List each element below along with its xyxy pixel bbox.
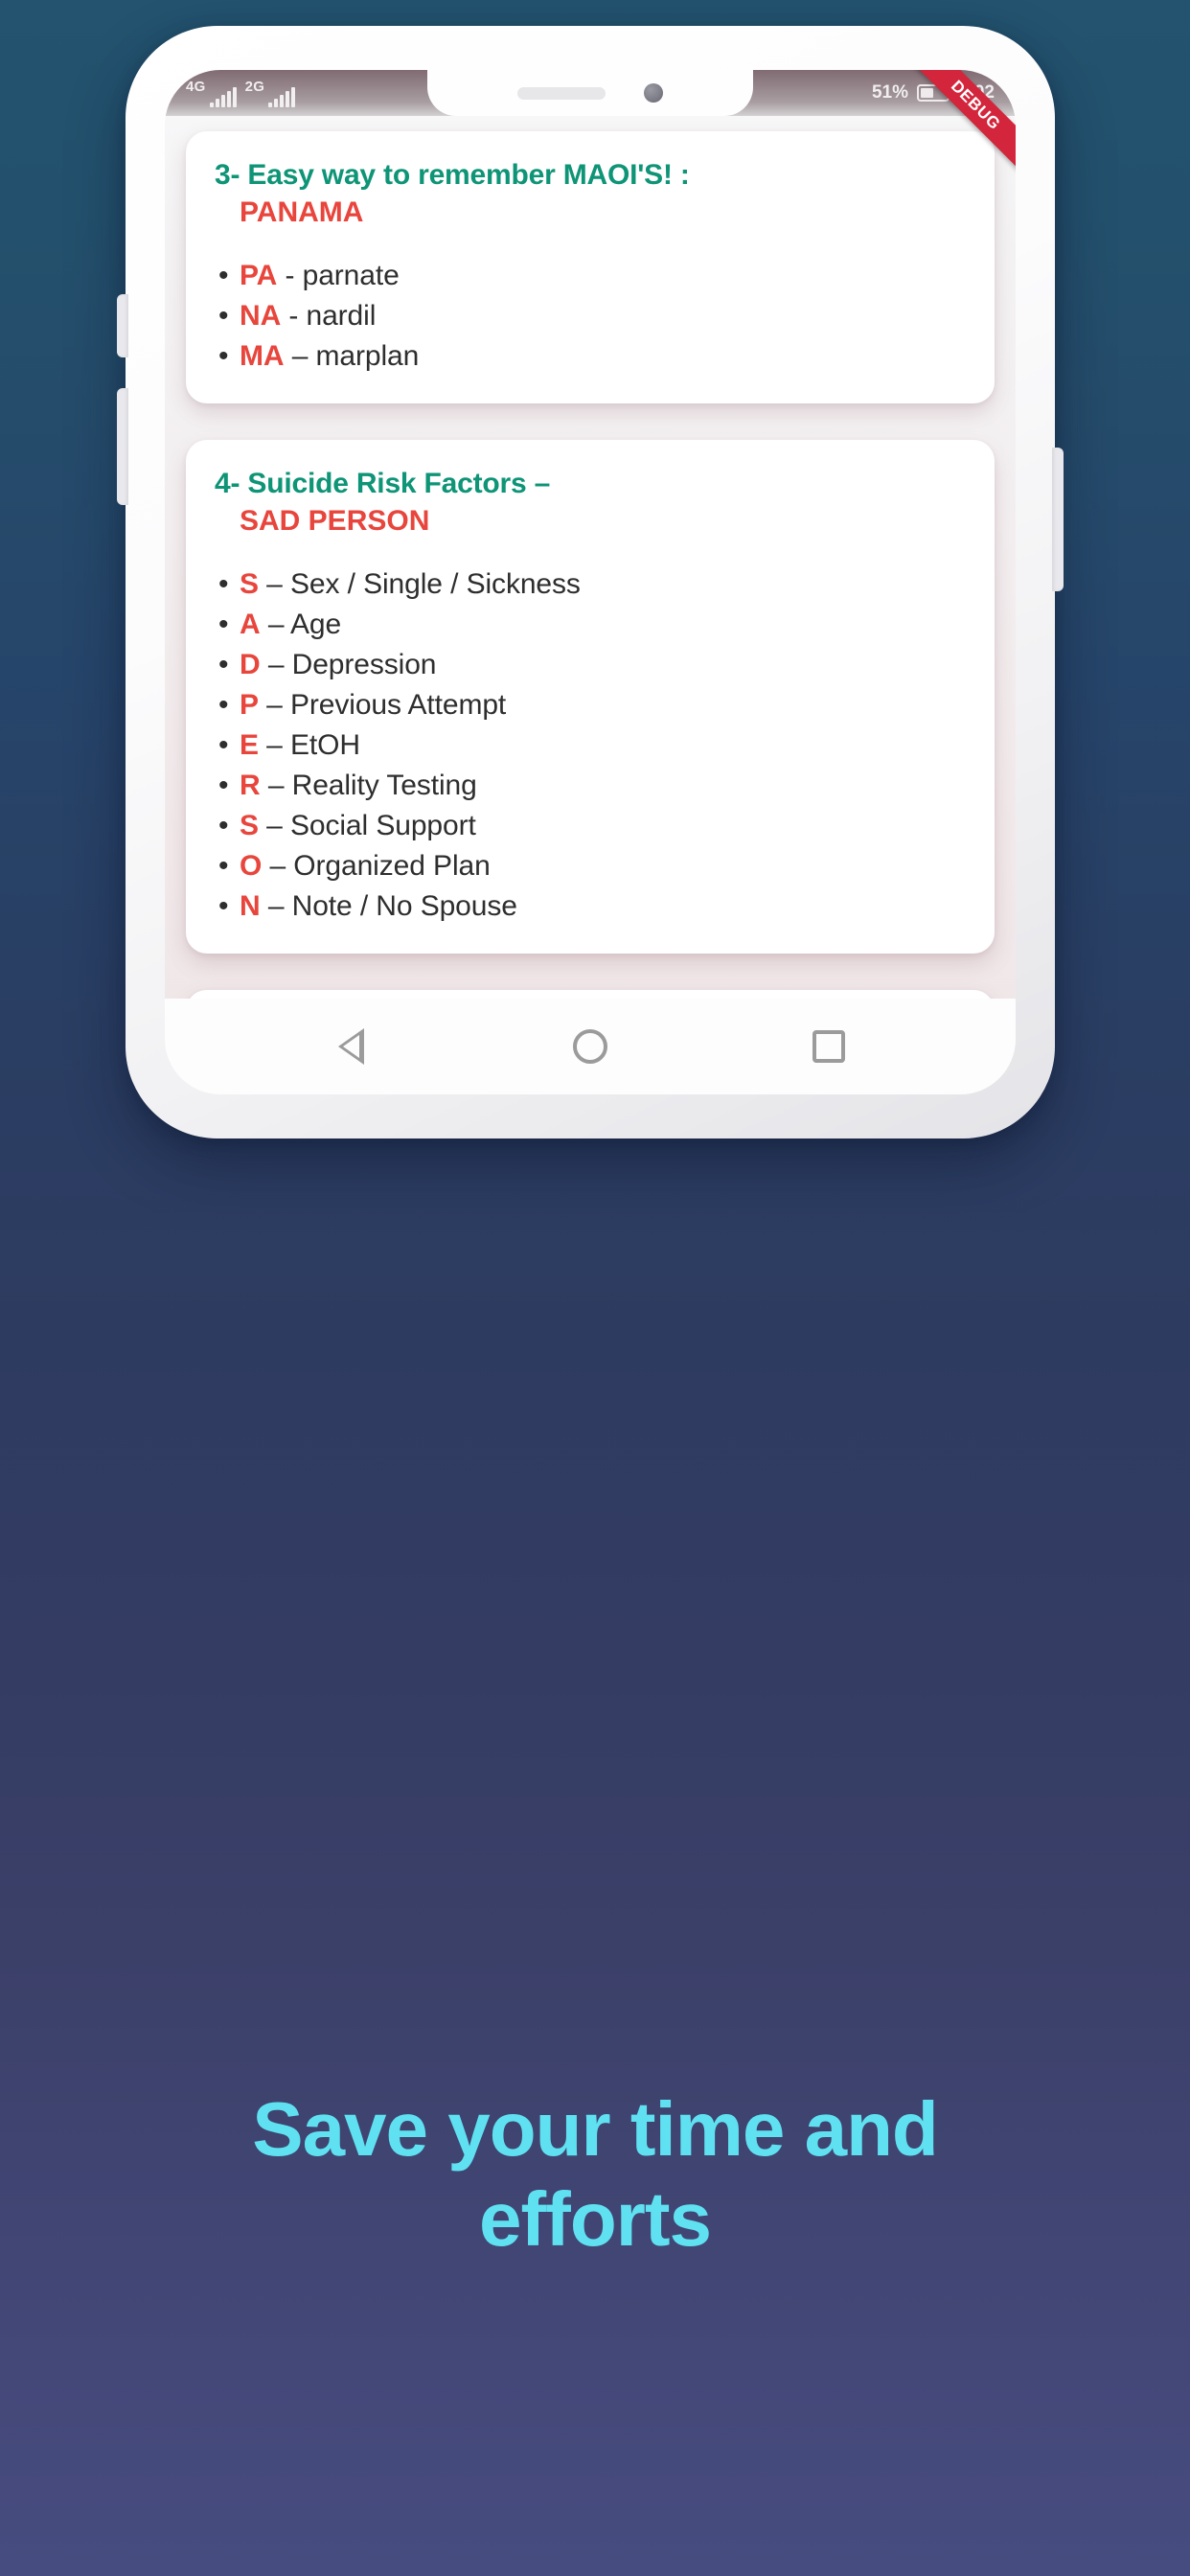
list-item-text: - nardil <box>281 300 377 332</box>
list-item: O – Organized Plan <box>215 846 966 886</box>
promo-tagline: Save your time and efforts <box>0 2084 1190 2266</box>
cards-scroll-area[interactable]: 3- Easy way to remember MAOI'S! :PANAMAP… <box>165 116 1016 999</box>
phone-screen: 4G 2G 51% 7:02 <box>165 70 1016 1094</box>
card-title: 3- Easy way to remember MAOI'S! : <box>215 156 966 194</box>
card-mnemonic: PANAMA <box>240 196 364 228</box>
mnemonic-card[interactable]: 4- Suicide Risk Factors –SAD PERSONS – S… <box>186 440 995 954</box>
volume-up-button[interactable] <box>117 294 128 357</box>
tagline-line-1: Save your time and <box>252 2086 939 2172</box>
mnemonic-letter: E <box>240 729 259 761</box>
mnemonic-letter: P <box>240 689 259 721</box>
list-item-text: – Previous Attempt <box>258 689 507 721</box>
signal-bars-2-icon <box>268 86 296 107</box>
earpiece-speaker <box>517 86 606 100</box>
mnemonic-letter: S <box>240 810 259 841</box>
list-item-text: – EtOH <box>258 729 360 761</box>
list-item: S – Social Support <box>215 806 966 846</box>
list-item: P – Previous Attempt <box>215 685 966 725</box>
network-1-label: 4G <box>186 78 206 95</box>
front-camera-icon <box>644 83 663 103</box>
list-item-text: – Age <box>260 609 342 640</box>
mnemonic-card[interactable]: 3- Easy way to remember MAOI'S! :PANAMAP… <box>186 131 995 403</box>
back-button[interactable] <box>317 1012 386 1081</box>
list-item-text: – Reality Testing <box>260 770 477 801</box>
battery-percent-label: 51% <box>871 82 908 103</box>
mnemonic-letter: D <box>240 649 261 680</box>
list-item: N – Note / No Spouse <box>215 886 966 927</box>
mnemonic-letter: A <box>240 609 261 640</box>
home-circle-icon <box>572 1029 607 1064</box>
mnemonic-letter: NA <box>240 300 282 332</box>
list-item-text: – marplan <box>284 340 420 372</box>
home-button[interactable] <box>556 1012 625 1081</box>
card-mnemonic: SAD PERSON <box>240 505 430 537</box>
card-title-separator: : <box>679 159 690 191</box>
mnemonic-letter: PA <box>240 260 278 291</box>
card-item-list: S – Sex / Single / SicknessA – AgeD – De… <box>215 564 966 927</box>
list-item-text: – Depression <box>260 649 437 680</box>
list-item: NA - nardil <box>215 296 966 336</box>
card-title: 4- Suicide Risk Factors – <box>215 465 966 502</box>
phone-mockup: 4G 2G 51% 7:02 <box>117 26 1133 1138</box>
android-nav-bar <box>165 999 1016 1094</box>
list-item: A – Age <box>215 605 966 645</box>
card-title-text: 3- Easy way to remember MAOI'S! <box>215 159 680 191</box>
card-item-list: PA - parnateNA - nardilMA – marplan <box>215 256 966 377</box>
phone-notch <box>427 70 753 116</box>
network-2-group: 2G <box>245 80 296 107</box>
list-item: E – EtOH <box>215 725 966 766</box>
phone-body: 4G 2G 51% 7:02 <box>117 26 1064 1138</box>
signal-bars-1-icon <box>209 86 237 107</box>
network-1-group: 4G <box>186 80 237 107</box>
mnemonic-card[interactable]: 5- Pinpoint pupils:3DDrugs : opiatesDrop… <box>186 990 995 999</box>
network-2-label: 2G <box>244 78 265 95</box>
mnemonic-letter: N <box>240 890 261 922</box>
list-item-text: – Sex / Single / Sickness <box>258 568 581 600</box>
power-button[interactable] <box>1052 448 1064 591</box>
mnemonic-letter: R <box>240 770 261 801</box>
list-item: MA – marplan <box>215 336 966 377</box>
mnemonic-letter: S <box>240 568 259 600</box>
mnemonic-letter: O <box>240 850 263 882</box>
back-triangle-icon <box>338 1028 365 1065</box>
status-bar-left: 4G 2G <box>186 80 296 107</box>
list-item: PA - parnate <box>215 256 966 296</box>
recents-square-icon <box>812 1030 846 1063</box>
list-item: R – Reality Testing <box>215 766 966 806</box>
list-item-text: – Social Support <box>258 810 476 841</box>
list-item: S – Sex / Single / Sickness <box>215 564 966 605</box>
list-item-text: - parnate <box>277 260 400 291</box>
list-item-text: – Organized Plan <box>262 850 491 882</box>
mnemonic-letter: MA <box>240 340 285 372</box>
list-item: D – Depression <box>215 645 966 685</box>
card-title-text: 4- Suicide Risk Factors – <box>215 468 551 499</box>
recents-button[interactable] <box>794 1012 863 1081</box>
app-content: 3- Easy way to remember MAOI'S! :PANAMAP… <box>165 116 1016 1094</box>
list-item-text: – Note / No Spouse <box>260 890 517 922</box>
volume-down-button[interactable] <box>117 388 128 505</box>
tagline-line-2: efforts <box>479 2176 712 2263</box>
